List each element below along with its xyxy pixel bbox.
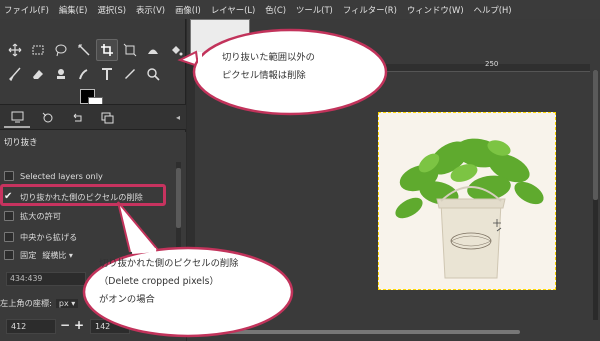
callout-bottom-line-3: がオンの場合 xyxy=(99,294,155,305)
unit-dropdown[interactable]: px ▾ xyxy=(55,298,79,308)
menu-item[interactable]: 編集(E) xyxy=(59,4,88,16)
allow-growing-label: 拡大の許可 xyxy=(20,211,61,221)
checkmark-icon[interactable]: ✔ xyxy=(4,192,14,202)
text-icon[interactable] xyxy=(96,63,118,85)
zoom-icon[interactable] xyxy=(142,63,164,85)
aspect-ratio-field[interactable]: 434:439 xyxy=(6,272,86,286)
menu-item[interactable]: 画像(I) xyxy=(175,4,201,16)
color-picker-icon[interactable] xyxy=(119,63,141,85)
tools-row-1 xyxy=(4,39,188,61)
smudge-icon[interactable] xyxy=(73,63,95,85)
menu-item[interactable]: ファイル(F) xyxy=(4,4,49,16)
menu-item[interactable]: 選択(S) xyxy=(97,4,126,16)
allow-growing-checkbox[interactable]: 拡大の許可 xyxy=(4,209,61,223)
vertical-scrollbar[interactable] xyxy=(593,70,598,320)
selected-layers-only-label: Selected layers only xyxy=(20,171,103,181)
position-label: 左上角の座標: xyxy=(0,298,52,308)
position-row: 左上角の座標: px ▾ xyxy=(0,296,79,310)
callout-top-line-1: 切り抜いた範囲以外の xyxy=(222,52,315,63)
checkbox-box[interactable] xyxy=(4,232,14,242)
paintbrush-icon[interactable] xyxy=(4,63,26,85)
fuzzy-select-icon[interactable] xyxy=(73,39,95,61)
menu-item[interactable]: 色(C) xyxy=(265,4,286,16)
device-status-icon[interactable] xyxy=(34,106,60,128)
position-x-field[interactable]: 412 xyxy=(6,319,56,334)
fixed-checkbox[interactable] xyxy=(4,250,14,260)
images-icon[interactable] xyxy=(94,106,120,128)
warp-icon[interactable] xyxy=(142,39,164,61)
menu-item[interactable]: ツール(T) xyxy=(296,4,333,16)
undo-history-icon[interactable] xyxy=(64,106,90,128)
menu-item[interactable]: ヘルプ(H) xyxy=(474,4,512,16)
menu-item[interactable]: 表示(V) xyxy=(136,4,165,16)
crop-icon[interactable] xyxy=(96,39,118,61)
expand-from-center-checkbox[interactable]: 中央から拡げる xyxy=(4,230,77,244)
eraser-icon[interactable] xyxy=(27,63,49,85)
position-x-decrement[interactable]: − xyxy=(60,318,70,332)
clone-icon[interactable] xyxy=(50,63,72,85)
callout-bottom-line-1: 切り抜かれた側のピクセルの削除 xyxy=(99,258,239,269)
checkbox-box[interactable] xyxy=(4,171,14,181)
tool-options-icon[interactable] xyxy=(4,106,30,128)
expand-from-center-label: 中央から拡げる xyxy=(20,232,78,242)
checkbox-box[interactable] xyxy=(4,211,14,221)
rect-select-icon[interactable] xyxy=(27,39,49,61)
fixed-aspect-row: 固定 縦横比 ▾ xyxy=(4,249,73,261)
dock-tabs: ◂ xyxy=(0,104,186,130)
menu-item[interactable]: フィルター(R) xyxy=(343,4,397,16)
menu-item[interactable]: ウィンドウ(W) xyxy=(407,4,464,16)
fixed-mode-dropdown[interactable]: 縦横比 ▾ xyxy=(42,250,73,261)
move-icon[interactable] xyxy=(4,39,26,61)
image-canvas[interactable] xyxy=(378,112,556,290)
selected-layers-only-checkbox[interactable]: Selected layers only xyxy=(4,169,103,183)
tools-row-2 xyxy=(4,63,165,85)
transform-icon[interactable] xyxy=(119,39,141,61)
lasso-icon[interactable] xyxy=(50,39,72,61)
ruler-mark-label: 250 xyxy=(485,60,499,68)
fixed-label: 固定 xyxy=(20,250,37,260)
callout-top-line-2: ピクセル情報は削除 xyxy=(222,70,306,81)
menu-item[interactable]: レイヤー(L) xyxy=(211,4,255,16)
callout-bottom-line-2: （Delete cropped pixels） xyxy=(99,276,219,287)
mint-plant-image xyxy=(379,113,555,289)
tool-options-title: 切り抜き xyxy=(4,137,38,147)
menubar: ファイル(F) 編集(E) 選択(S) 表示(V) 画像(I) レイヤー(L) 色(C) ツー… xyxy=(0,0,600,19)
